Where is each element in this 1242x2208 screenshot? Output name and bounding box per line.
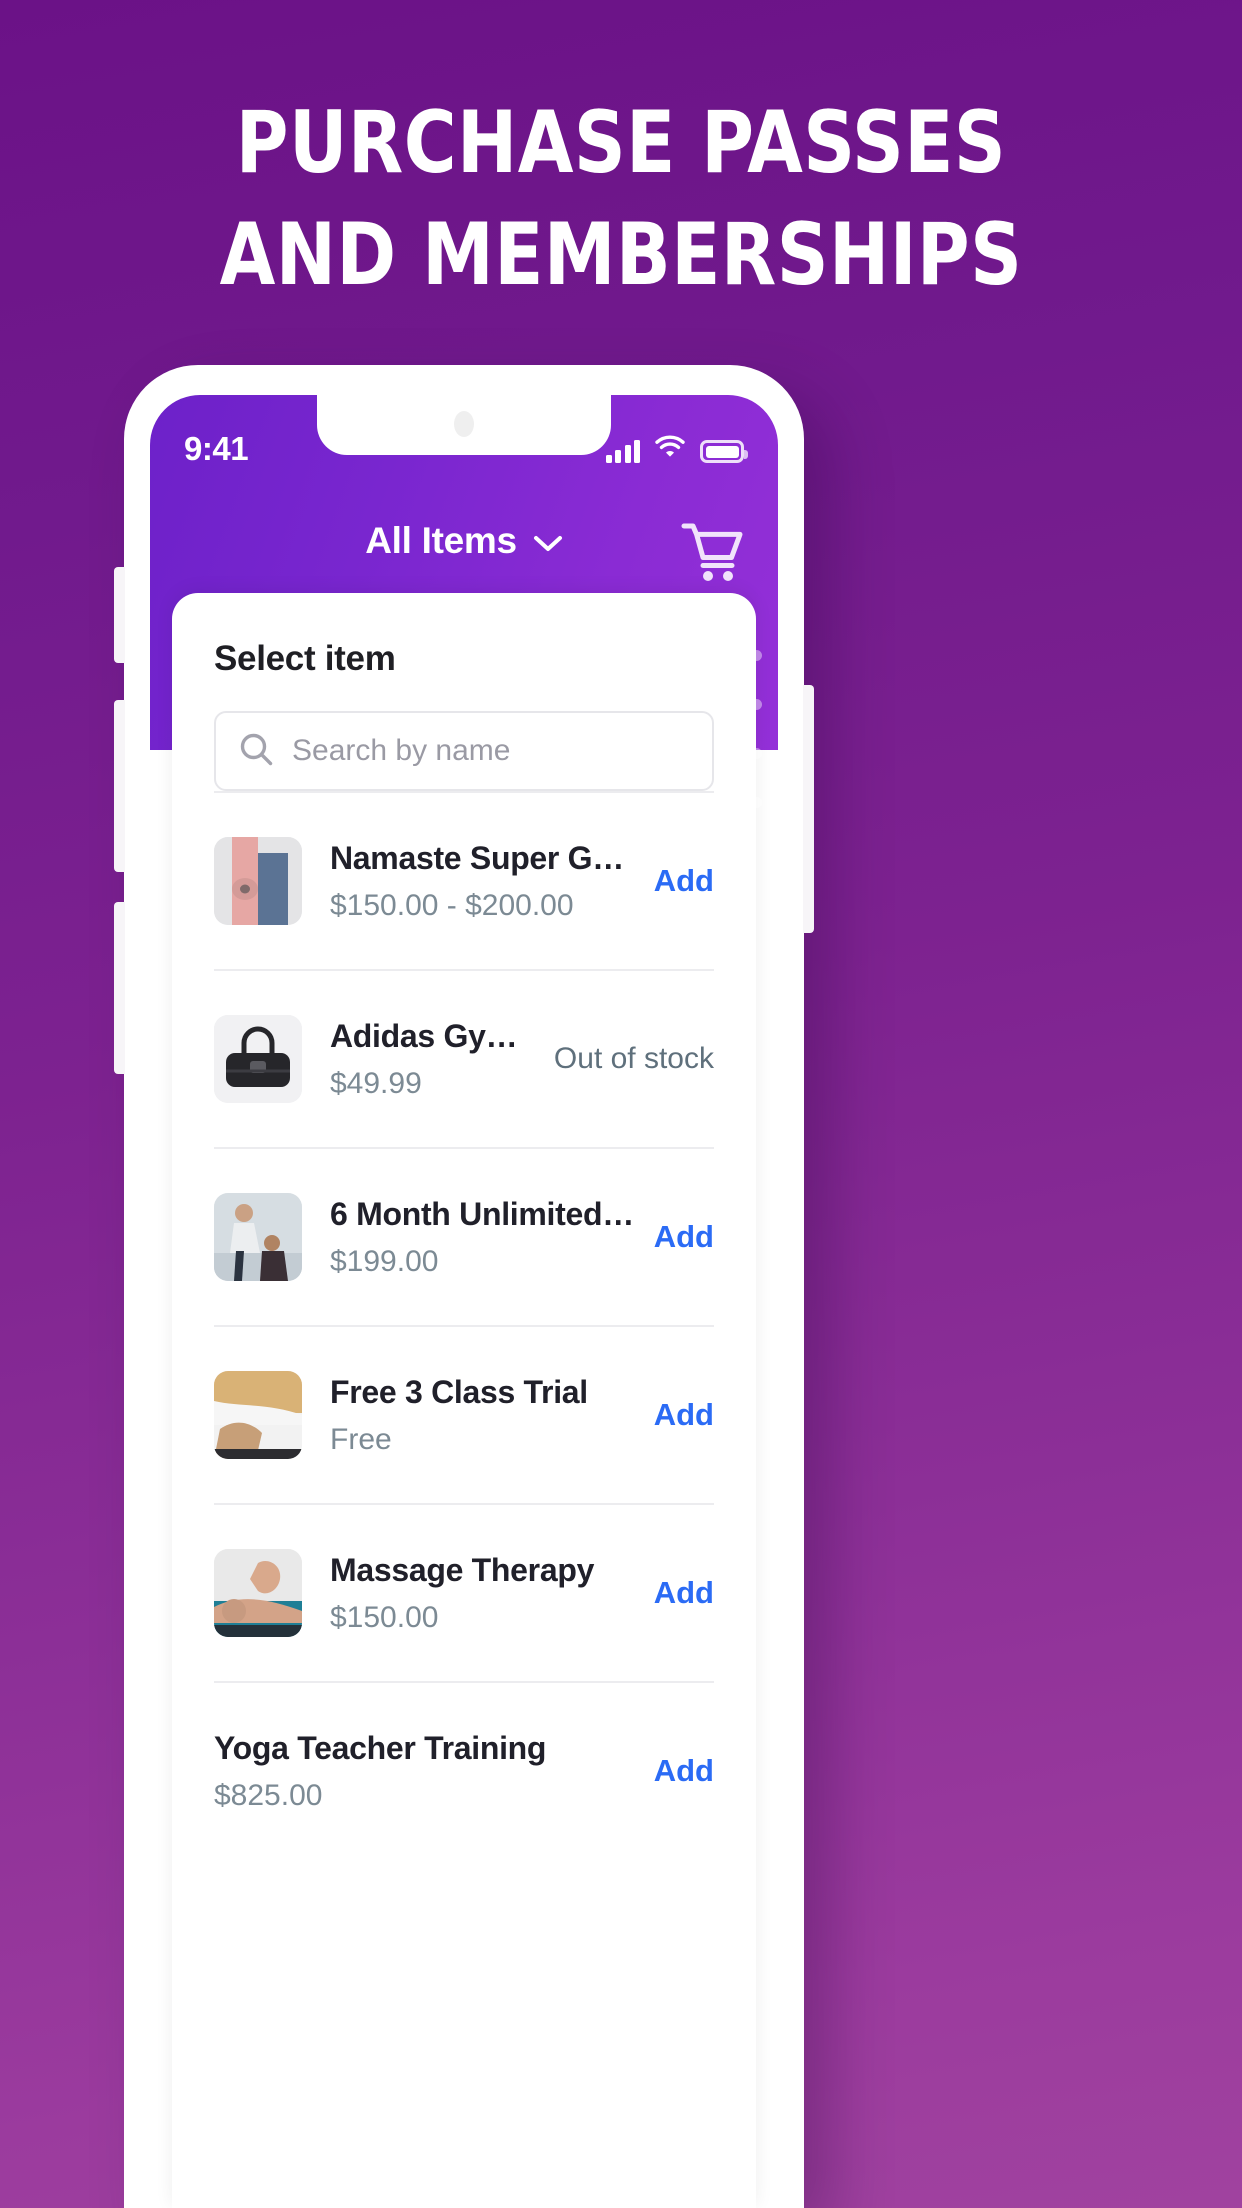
item-price: $150.00 - $200.00 xyxy=(330,888,574,922)
item-name: Massage Therapy xyxy=(330,1551,595,1588)
item-info: Free 3 Class Trial Free xyxy=(330,1374,636,1457)
item-info: Massage Therapy $150.00 xyxy=(330,1552,636,1635)
add-button[interactable]: Add xyxy=(654,1397,714,1432)
promo-headline-line-2: AND MEMBERSHIPS xyxy=(219,205,1023,305)
search-icon xyxy=(238,731,274,772)
status-bar-clock: 9:41 xyxy=(184,430,249,467)
item-action[interactable]: Add xyxy=(636,1219,714,1255)
promo-headline-line-1: PURCHASE PASSES xyxy=(235,93,1007,193)
scroll-indicator-dots xyxy=(751,650,762,846)
add-button[interactable]: Add xyxy=(654,1575,714,1610)
item-name: 6 Month Unlimited Memb... xyxy=(330,1195,636,1232)
item-info: 6 Month Unlimited Memb... $199.00 xyxy=(330,1196,636,1279)
add-button[interactable]: Add xyxy=(654,1219,714,1254)
item-thumbnail-class-trial xyxy=(214,1371,302,1459)
status-bar-icons xyxy=(605,435,748,463)
scroll-dot xyxy=(751,699,762,710)
item-thumbnail-massage xyxy=(214,1549,302,1637)
out-of-stock-label: Out of stock xyxy=(553,1042,714,1075)
phone-volume-up-button xyxy=(114,700,125,872)
list-item[interactable]: Yoga Teacher Training $825.00 Add xyxy=(214,1681,714,1859)
list-item[interactable]: Massage Therapy $150.00 Add xyxy=(214,1503,714,1681)
item-action[interactable]: Add xyxy=(636,863,714,899)
phone-power-button xyxy=(803,685,814,933)
all-items-label: All Items xyxy=(365,520,517,561)
phone-mockup: 9:41 All Items Select item Search by nam… xyxy=(114,365,814,2208)
phone-mute-switch xyxy=(114,567,125,663)
item-info: Adidas Gym bag $49.99 xyxy=(330,1018,536,1101)
item-price: $49.99 xyxy=(330,1066,422,1100)
chevron-down-icon xyxy=(533,520,563,562)
item-thumbnail-gym-bag xyxy=(214,1015,302,1103)
add-button[interactable]: Add xyxy=(654,1753,714,1788)
item-name: Yoga Teacher Training xyxy=(214,1729,547,1766)
item-name: Adidas Gym bag xyxy=(330,1017,536,1054)
add-button[interactable]: Add xyxy=(654,863,714,898)
item-info: Yoga Teacher Training $825.00 xyxy=(214,1730,636,1813)
item-action[interactable]: Add xyxy=(636,1575,714,1611)
item-price: $199.00 xyxy=(330,1244,439,1278)
sheet-title: Select item xyxy=(214,639,396,678)
phone-earpiece xyxy=(454,411,474,437)
item-list: Namaste Super Grippy $150.00 - $200.00 A… xyxy=(172,791,756,1859)
scroll-dot xyxy=(751,748,762,759)
promo-headline: PURCHASE PASSES AND MEMBERSHIPS xyxy=(43,100,1198,298)
cart-icon xyxy=(680,523,746,587)
item-action[interactable]: Add xyxy=(636,1397,714,1433)
cart-button[interactable] xyxy=(680,521,746,588)
list-item[interactable]: Namaste Super Grippy $150.00 - $200.00 A… xyxy=(214,791,714,969)
search-placeholder: Search by name xyxy=(292,734,511,767)
search-input[interactable]: Search by name xyxy=(214,711,714,791)
list-item[interactable]: Adidas Gym bag $49.99 Out of stock xyxy=(214,969,714,1147)
item-action: Out of stock xyxy=(536,1042,714,1076)
all-items-dropdown[interactable]: All Items xyxy=(365,520,563,562)
list-item[interactable]: 6 Month Unlimited Memb... $199.00 Add xyxy=(214,1147,714,1325)
item-name: Free 3 Class Trial xyxy=(330,1373,588,1410)
item-thumbnail-gym-people xyxy=(214,1193,302,1281)
select-item-sheet: Select item Search by name Namaste Super… xyxy=(172,593,756,2208)
phone-volume-down-button xyxy=(114,902,125,1074)
item-thumbnail-yoga-mat xyxy=(214,837,302,925)
item-price: $825.00 xyxy=(214,1778,323,1812)
scroll-dot xyxy=(751,797,762,808)
search-section: Search by name xyxy=(172,679,756,791)
item-info: Namaste Super Grippy $150.00 - $200.00 xyxy=(330,840,636,923)
item-action[interactable]: Add xyxy=(636,1753,714,1789)
wifi-icon xyxy=(655,435,685,463)
item-price: $150.00 xyxy=(330,1600,439,1634)
scroll-dot xyxy=(751,650,762,661)
phone-screen: 9:41 All Items Select item Search by nam… xyxy=(150,395,778,2208)
app-nav-bar: All Items xyxy=(150,491,778,591)
item-name: Namaste Super Grippy xyxy=(330,839,636,876)
list-item[interactable]: Free 3 Class Trial Free Add xyxy=(214,1325,714,1503)
item-price: Free xyxy=(330,1422,392,1456)
signal-bars-icon xyxy=(605,440,640,463)
battery-icon xyxy=(700,440,748,463)
